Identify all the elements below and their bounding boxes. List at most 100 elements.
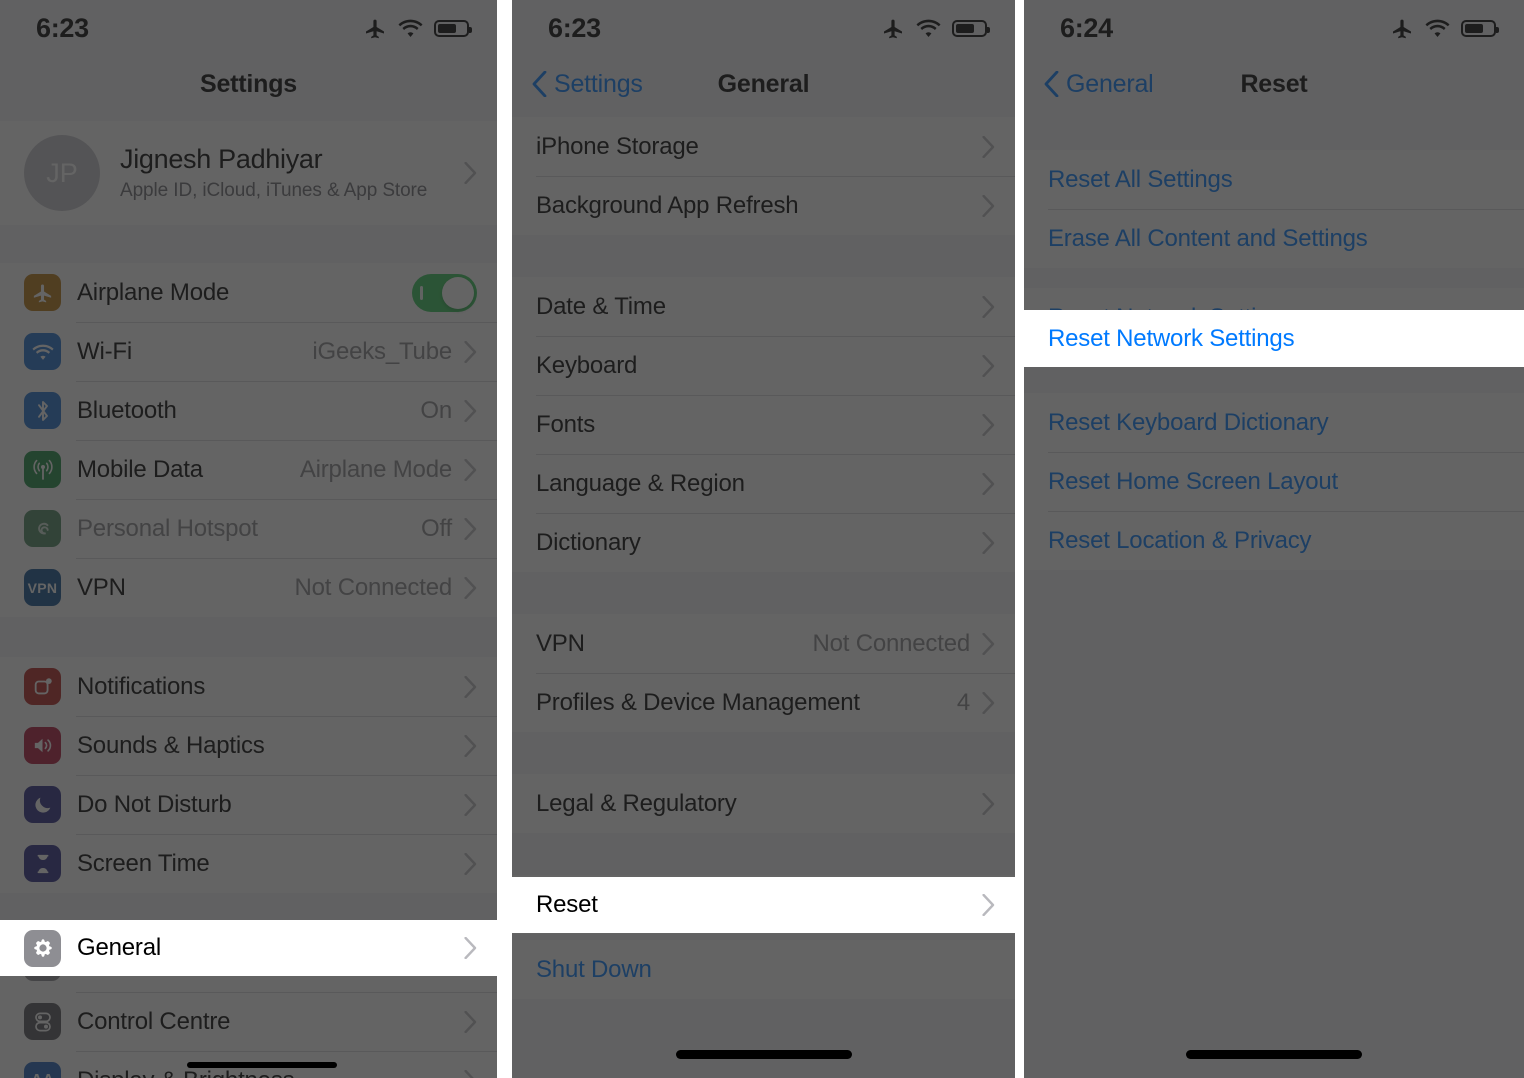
general-row-dictionary[interactable]: Dictionary bbox=[512, 513, 1015, 572]
nav-bar: Settings General bbox=[512, 56, 1015, 112]
status-bar: 6:23 bbox=[0, 0, 497, 56]
chevron-right-icon bbox=[982, 135, 995, 158]
general-row-label: Fonts bbox=[536, 410, 596, 438]
chevron-right-icon bbox=[464, 734, 477, 757]
settings-row-value: iGeeks_Tube bbox=[312, 337, 452, 365]
status-clock: 6:23 bbox=[36, 12, 89, 43]
chevron-right-icon bbox=[464, 1010, 477, 1033]
settings-row-value: Off bbox=[421, 514, 452, 542]
general-row-label: Language & Region bbox=[536, 469, 745, 497]
settings-row-value: Airplane Mode bbox=[299, 455, 452, 483]
settings-row-wifi[interactable]: Wi-Fi iGeeks_Tube bbox=[0, 322, 497, 381]
settings-row-personal-hotspot[interactable]: Personal Hotspot Off bbox=[0, 499, 497, 558]
reset-settings-group: Reset All Settings Erase All Content and… bbox=[1024, 150, 1524, 268]
hourglass-icon bbox=[24, 845, 61, 882]
settings-row-label: Notifications bbox=[77, 672, 206, 700]
page-title: Settings bbox=[199, 69, 298, 98]
airplane-icon bbox=[1393, 19, 1411, 39]
reset-row-reset-home-screen-layout[interactable]: Reset Home Screen Layout bbox=[1024, 452, 1524, 511]
avatar: JP bbox=[24, 135, 100, 211]
general-row-date-time[interactable]: Date & Time bbox=[512, 277, 1015, 336]
general-row-value: Not Connected bbox=[812, 629, 970, 657]
settings-row-airplane-mode[interactable]: Airplane Mode bbox=[0, 263, 497, 322]
nav-bar: General Reset bbox=[1024, 56, 1524, 112]
settings-row-control-centre[interactable]: Control Centre bbox=[0, 992, 497, 1051]
annotation-strikethrough bbox=[187, 1062, 337, 1068]
general-row-background-app-refresh[interactable]: Background App Refresh bbox=[512, 176, 1015, 235]
general-row-shut-down[interactable]: Shut Down bbox=[512, 940, 1015, 999]
battery-icon bbox=[434, 19, 472, 37]
screenshot-stage: 6:23 Settings JP Jignesh Padhiyar Apple … bbox=[0, 0, 1524, 1078]
chevron-right-icon bbox=[464, 340, 477, 363]
airplane-icon bbox=[884, 19, 902, 39]
settings-row-bluetooth[interactable]: Bluetooth On bbox=[0, 381, 497, 440]
settings-row-do-not-disturb[interactable]: Do Not Disturb bbox=[0, 775, 497, 834]
general-row-fonts[interactable]: Fonts bbox=[512, 395, 1015, 454]
moon-icon bbox=[24, 786, 61, 823]
reset-row-reset-location-privacy[interactable]: Reset Location & Privacy bbox=[1024, 511, 1524, 570]
back-button-settings[interactable]: Settings bbox=[532, 70, 643, 99]
general-row-iphone-storage[interactable]: iPhone Storage bbox=[512, 117, 1015, 176]
highlight-reset-network-settings-row[interactable]: Reset Network Settings bbox=[1024, 310, 1524, 367]
account-row[interactable]: JP Jignesh Padhiyar Apple ID, iCloud, iT… bbox=[0, 121, 497, 225]
general-row-label: Reset bbox=[536, 891, 598, 918]
settings-row-label: Personal Hotspot bbox=[77, 514, 258, 542]
back-button-label: Settings bbox=[554, 69, 643, 98]
settings-row-label: Screen Time bbox=[77, 849, 210, 877]
settings-row-mobile-data[interactable]: Mobile Data Airplane Mode bbox=[0, 440, 497, 499]
panel-gap-1 bbox=[497, 0, 512, 1078]
airplane-mode-toggle[interactable] bbox=[412, 273, 477, 312]
chevron-right-icon bbox=[982, 894, 995, 916]
general-row-language-region[interactable]: Language & Region bbox=[512, 454, 1015, 513]
legal-group: Legal & Regulatory bbox=[512, 774, 1015, 833]
settings-row-vpn[interactable]: VPN VPN Not Connected bbox=[0, 558, 497, 617]
back-button-general[interactable]: General bbox=[1044, 70, 1154, 99]
settings-row-label: Do Not Disturb bbox=[77, 790, 232, 818]
nav-bar: Settings bbox=[0, 56, 497, 112]
highlight-general-row[interactable]: General bbox=[0, 920, 497, 976]
chevron-right-icon bbox=[464, 399, 477, 422]
chevron-left-icon bbox=[532, 71, 547, 97]
settings-row-label: Bluetooth bbox=[77, 396, 177, 424]
reset-row-reset-all-settings[interactable]: Reset All Settings bbox=[1024, 150, 1524, 209]
chevron-right-icon bbox=[982, 413, 995, 436]
account-subtitle: Apple ID, iCloud, iTunes & App Store bbox=[120, 180, 428, 201]
settings-row-sounds-haptics[interactable]: Sounds & Haptics bbox=[0, 716, 497, 775]
general-row-reset-highlighted[interactable]: Reset bbox=[512, 877, 1015, 933]
chevron-right-icon bbox=[464, 675, 477, 698]
phone-panel-general: 6:23 Settings General iPhone Storage Bac… bbox=[512, 0, 1015, 1078]
status-bar: 6:23 bbox=[512, 0, 1015, 56]
settings-row-label: VPN bbox=[77, 573, 126, 601]
chevron-right-icon bbox=[982, 792, 995, 815]
reset-row-label: Reset Keyboard Dictionary bbox=[1048, 408, 1329, 436]
wifi-icon bbox=[24, 333, 61, 370]
wifi-icon bbox=[398, 19, 423, 37]
settings-row-notifications[interactable]: Notifications bbox=[0, 657, 497, 716]
settings-row-general-highlighted[interactable]: General bbox=[0, 920, 497, 976]
status-icons bbox=[881, 16, 990, 40]
status-bar: 6:24 bbox=[1024, 0, 1524, 56]
chevron-right-icon bbox=[464, 852, 477, 875]
status-icons bbox=[1390, 16, 1499, 40]
reset-row-erase-all-content[interactable]: Erase All Content and Settings bbox=[1024, 209, 1524, 268]
bluetooth-icon bbox=[24, 392, 61, 429]
cellular-icon bbox=[24, 451, 61, 488]
airplane-icon bbox=[24, 274, 61, 311]
reset-row-reset-keyboard-dictionary[interactable]: Reset Keyboard Dictionary bbox=[1024, 393, 1524, 452]
settings-row-screen-time[interactable]: Screen Time bbox=[0, 834, 497, 893]
storage-group: iPhone Storage Background App Refresh bbox=[512, 117, 1015, 235]
settings-row-value: On bbox=[420, 396, 452, 424]
general-row-keyboard[interactable]: Keyboard bbox=[512, 336, 1015, 395]
chevron-right-icon bbox=[982, 531, 995, 554]
settings-row-label: General bbox=[77, 934, 161, 961]
general-row-vpn[interactable]: VPN Not Connected bbox=[512, 614, 1015, 673]
chevron-right-icon bbox=[464, 576, 477, 599]
general-row-profiles-device-management[interactable]: Profiles & Device Management 4 bbox=[512, 673, 1015, 732]
reset-misc-group: Reset Keyboard Dictionary Reset Home Scr… bbox=[1024, 393, 1524, 570]
general-row-legal-regulatory[interactable]: Legal & Regulatory bbox=[512, 774, 1015, 833]
general-row-label: Background App Refresh bbox=[536, 191, 799, 219]
reset-row-reset-network-settings-highlighted[interactable]: Reset Network Settings bbox=[1024, 310, 1524, 367]
general-row-label: Shut Down bbox=[536, 955, 652, 983]
highlight-reset-row[interactable]: Reset bbox=[512, 877, 1015, 933]
wifi-icon bbox=[1425, 19, 1450, 37]
